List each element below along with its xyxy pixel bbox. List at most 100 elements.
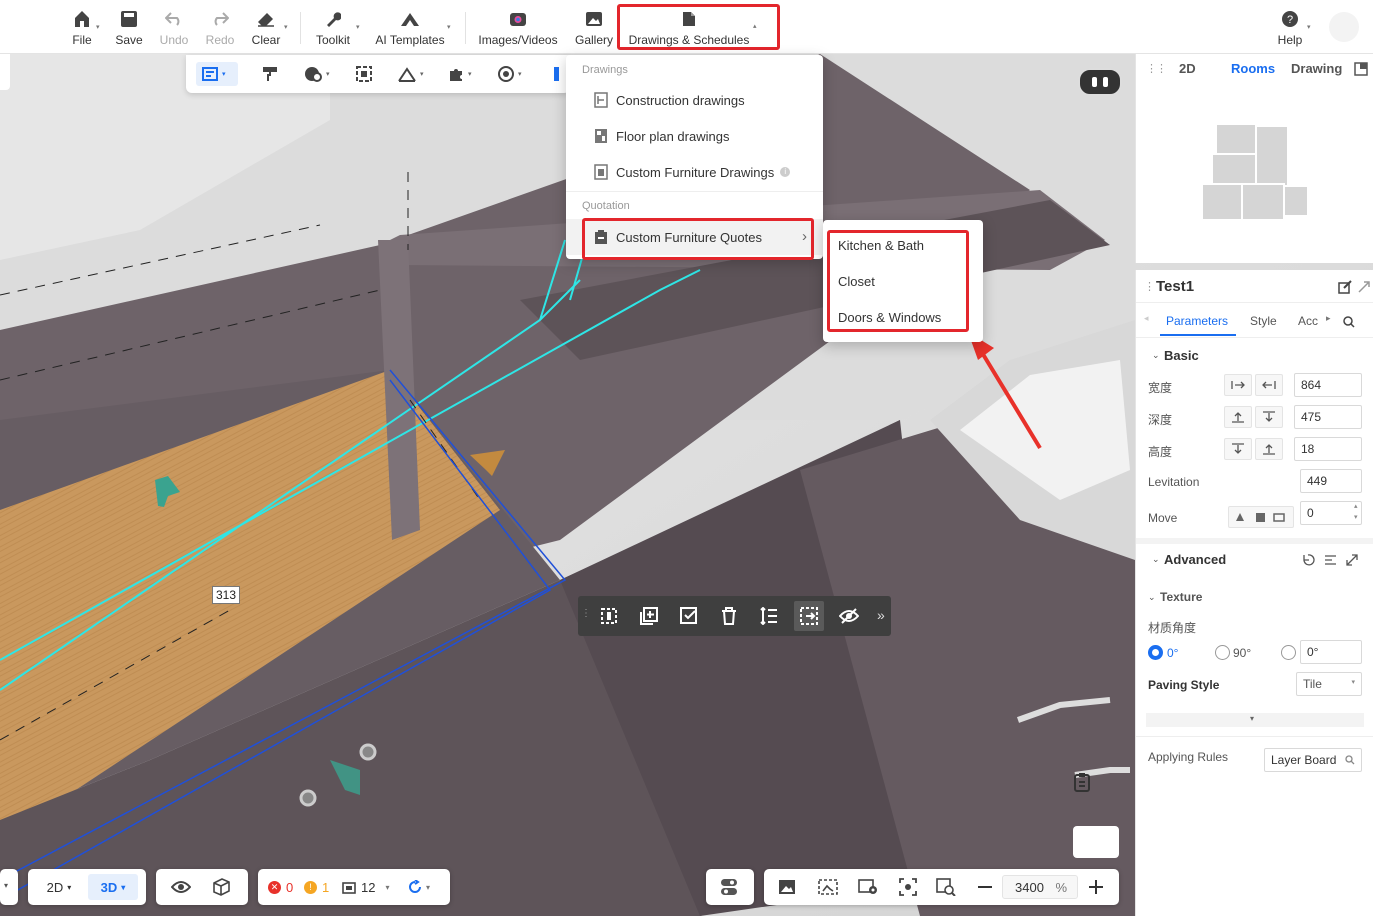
depth-input[interactable]: 475 [1294,405,1362,429]
bottom-left-stub[interactable]: ▾ [0,869,18,905]
undo-button[interactable]: Undo [157,0,191,54]
hide-button[interactable] [837,604,861,628]
expand-arrows-icon[interactable] [1358,281,1370,293]
render-settings-button[interactable] [858,877,878,897]
tab-drawing[interactable]: Drawing [1291,61,1342,76]
left-edge-tab[interactable] [0,54,10,90]
select-mode-button[interactable]: ▾ [196,62,238,86]
render-region-button[interactable] [818,877,838,897]
measure-button[interactable]: ▾ [398,62,424,86]
view-toggle-button[interactable] [1078,68,1122,96]
tabs-right-arrow-icon[interactable]: ▸ [1326,313,1331,324]
sync-button[interactable]: ▾ [408,877,430,897]
menu-floor-plan-drawings[interactable]: Floor plan drawings [566,118,823,154]
section-texture[interactable]: Texture [1160,590,1202,604]
target-button[interactable]: ▾ [498,62,522,86]
select-group-button[interactable] [597,604,621,628]
info-icon[interactable]: i [780,167,791,177]
submenu-doors-windows[interactable]: Doors & Windows [838,310,941,325]
stepper-down-icon[interactable]: ▾ [1354,513,1358,521]
help-button[interactable]: ? Help [1274,0,1306,54]
drag-handle-icon[interactable]: ⋮ [581,608,591,619]
stepper-up-icon[interactable]: ▴ [1354,502,1358,510]
zoom-region-button[interactable] [936,877,956,897]
visibility-button[interactable] [171,877,191,897]
radio-angle-90[interactable] [1215,645,1230,660]
toolkit-button[interactable]: Toolkit [312,0,354,54]
fullscreen-icon[interactable] [1346,554,1358,566]
save-button[interactable]: Save [113,0,145,54]
clear-button[interactable]: Clear [249,0,283,54]
tab-accessories[interactable]: Acc [1298,314,1318,328]
render-image-button[interactable] [778,877,796,897]
drag-handle-icon[interactable]: ⋮⋮ [1146,62,1167,75]
zoom-input[interactable]: 3400 % [1002,875,1078,899]
width-align-right-button[interactable] [1255,374,1283,396]
add-copy-button[interactable] [637,604,661,628]
delete-button[interactable] [717,604,741,628]
expand-icon[interactable] [1354,62,1368,76]
zoom-out-button[interactable] [978,875,992,899]
clipboard-button[interactable] [1073,773,1119,858]
levitation-input[interactable]: 449 [1300,469,1362,493]
height-input[interactable]: 18 [1294,437,1362,461]
tab-2d[interactable]: 2D [1179,61,1196,76]
search-icon[interactable] [1343,316,1355,328]
frame-button[interactable] [356,62,372,86]
edit-icon[interactable] [1338,280,1352,294]
zoom-in-button[interactable] [1089,875,1103,899]
width-align-left-button[interactable] [1224,374,1252,396]
menu-custom-furniture-quotes[interactable]: Custom Furniture Quotes › [566,219,823,255]
split-button[interactable] [794,601,824,631]
collapse-advanced-icon[interactable]: ⌄ [1152,554,1160,565]
width-input[interactable]: 864 [1294,373,1362,397]
collapse-basic-icon[interactable]: ⌄ [1152,350,1160,361]
applying-rules-select[interactable]: Layer Board [1264,748,1362,772]
view-2d-button[interactable]: 2D ▾ [34,874,84,900]
list-settings-icon[interactable] [1324,554,1337,566]
replace-button[interactable] [677,604,701,628]
images-videos-button[interactable]: Images/Videos [476,0,560,54]
align-button[interactable] [757,604,781,628]
file-button[interactable]: File [66,0,98,54]
menu-construction-drawings[interactable]: Construction drawings [566,82,823,118]
height-align-top-button[interactable] [1224,438,1252,460]
section-advanced[interactable]: Advanced [1164,552,1226,567]
gallery-button[interactable]: Gallery [573,0,615,54]
tab-style[interactable]: Style [1250,314,1277,328]
plugin-button[interactable]: ▾ [448,62,472,86]
more-icon[interactable]: » [877,607,885,623]
items-indicator[interactable]: 12 ▾ [342,877,389,897]
cube-view-button[interactable] [212,877,230,897]
focus-button[interactable] [899,877,917,897]
menu-custom-furniture-drawings[interactable]: Custom Furniture Drawings i [566,154,823,190]
paint-roller-button[interactable] [262,62,278,86]
errors-indicator[interactable]: ✕ 0 [268,877,293,897]
more-button[interactable] [554,62,559,86]
paving-style-select[interactable]: Tile ▾ [1296,672,1362,696]
drawings-schedules-button[interactable]: Drawings & Schedules [627,0,751,54]
section-basic[interactable]: Basic [1164,348,1199,363]
tab-parameters[interactable]: Parameters [1166,314,1228,328]
depth-align-front-button[interactable] [1224,406,1252,428]
radio-angle-0[interactable] [1148,645,1163,660]
toggle-settings-button[interactable] [720,877,738,897]
collapse-texture-icon[interactable]: ⌄ [1148,592,1156,603]
expand-more-bar[interactable]: ▾ [1146,713,1364,727]
move-options-button[interactable] [1228,506,1294,528]
redo-button[interactable]: Redo [203,0,237,54]
tabs-left-arrow-icon[interactable]: ◂ [1144,313,1149,324]
view-3d-button[interactable]: 3D ▾ [88,874,138,900]
custom-angle-input[interactable]: 0° [1300,640,1362,664]
submenu-kitchen-bath[interactable]: Kitchen & Bath [838,238,924,253]
depth-align-back-button[interactable] [1255,406,1283,428]
warnings-indicator[interactable]: ! 1 [304,877,329,897]
radio-angle-custom[interactable] [1281,645,1296,660]
ai-templates-button[interactable]: AI Templates [372,0,448,54]
height-align-bottom-button[interactable] [1255,438,1283,460]
material-button[interactable]: ▾ [304,62,330,86]
move-input[interactable]: 0 [1300,501,1362,525]
avatar[interactable] [1329,12,1359,42]
tab-rooms[interactable]: Rooms [1231,61,1275,76]
reset-icon[interactable] [1302,554,1315,566]
